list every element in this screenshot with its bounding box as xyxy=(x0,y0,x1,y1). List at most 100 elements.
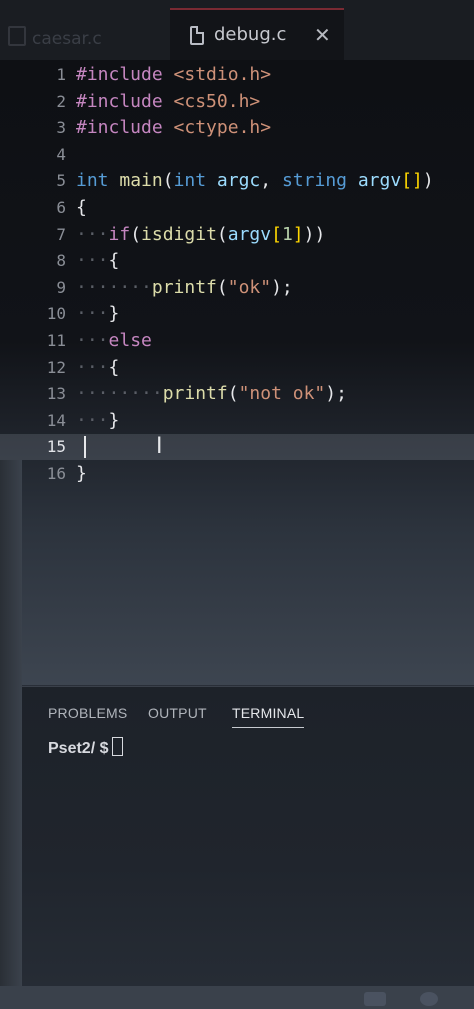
code-token: argc xyxy=(216,170,261,191)
code-token: ); xyxy=(271,277,293,298)
code-token: #include xyxy=(76,64,174,85)
code-token: ··· xyxy=(76,330,109,351)
ibeam-cursor-icon: I xyxy=(156,434,163,459)
code-text: int main(int argc, string argv[]) xyxy=(76,168,434,194)
code-token: ( xyxy=(216,224,228,245)
bottom-panel: PROBLEMS OUTPUT TERMINAL Pset2/ $ xyxy=(22,686,474,987)
terminal-cursor xyxy=(112,737,124,756)
code-token: [ xyxy=(271,224,282,245)
line-number: 2 xyxy=(56,92,66,111)
code-line[interactable]: 3 #include <ctype.h> xyxy=(0,115,474,141)
code-line[interactable]: 4 xyxy=(0,142,474,168)
code-token: ( xyxy=(216,277,228,298)
code-line[interactable]: 12 ···{ xyxy=(0,355,474,381)
code-text: ···} xyxy=(76,301,119,327)
code-token: string xyxy=(281,170,358,191)
file-icon xyxy=(8,26,26,46)
tab-caesar[interactable]: caesar.c xyxy=(8,24,168,54)
tab-output[interactable]: OUTPUT xyxy=(148,705,207,721)
line-number: 16 xyxy=(46,464,66,483)
tab-debug-label: debug.c xyxy=(214,24,287,45)
code-token: ··· xyxy=(76,224,109,245)
terminal-prompt: Pset2/ $ xyxy=(48,740,109,757)
code-token: <cs50.h> xyxy=(173,91,261,112)
code-token: { xyxy=(108,250,120,271)
taskbar-app-icon[interactable] xyxy=(364,992,386,1006)
code-token: } xyxy=(76,463,87,484)
code-token: ··· xyxy=(76,357,109,378)
code-token: printf xyxy=(162,383,228,404)
code-text: ···} xyxy=(76,408,119,434)
bottom-edge xyxy=(0,986,474,1009)
tab-problems[interactable]: PROBLEMS xyxy=(48,705,127,721)
code-token: ); xyxy=(325,383,347,404)
code-line[interactable]: 6{ xyxy=(0,195,474,221)
code-text: ···else xyxy=(76,328,152,354)
code-line[interactable]: 2 #include <cs50.h> xyxy=(0,89,474,115)
code-token: argv xyxy=(357,170,402,191)
code-token: if xyxy=(108,224,131,245)
code-line[interactable]: 14 ···} xyxy=(0,408,474,434)
code-line[interactable]: 10 ···} xyxy=(0,301,474,327)
code-text: ···{ xyxy=(76,248,119,274)
code-token: ( xyxy=(130,224,142,245)
tab-caesar-label: caesar.c xyxy=(32,29,102,49)
code-line[interactable]: 5 int main(int argc, string argv[]) xyxy=(0,168,474,194)
code-token: )) xyxy=(303,224,326,245)
line-number: 9 xyxy=(56,278,66,297)
terminal-prompt-line[interactable]: Pset2/ $ xyxy=(48,737,124,760)
line-number: 10 xyxy=(46,304,66,323)
code-token: } xyxy=(108,303,120,324)
line-number: 11 xyxy=(46,331,66,350)
code-line[interactable]: 7 ···if(isdigit(argv[1])) xyxy=(0,222,474,248)
code-token: main xyxy=(119,170,163,191)
code-line[interactable]: 8 ···{ xyxy=(0,248,474,274)
code-line[interactable]: 11 ···else xyxy=(0,328,474,354)
code-token: [] xyxy=(401,170,423,191)
code-token: "not ok" xyxy=(238,383,326,404)
code-line[interactable]: 13 ········printf("not ok"); xyxy=(0,381,474,407)
code-text: #include <cs50.h> xyxy=(76,89,260,115)
line-number: 4 xyxy=(56,145,66,164)
code-line[interactable]: 9 ·······printf("ok"); xyxy=(0,275,474,301)
code-token: ········ xyxy=(76,383,163,404)
line-number: 3 xyxy=(56,118,66,137)
code-token: ( xyxy=(227,383,239,404)
code-token: "ok" xyxy=(227,277,272,298)
tab-terminal[interactable]: TERMINAL xyxy=(232,705,305,728)
code-line[interactable]: 16} xyxy=(0,461,474,487)
code-token: ··· xyxy=(76,410,109,431)
code-token: , xyxy=(260,170,282,191)
code-token: isdigit xyxy=(141,224,217,245)
taskbar-app-icon[interactable] xyxy=(420,992,438,1006)
code-token: #include xyxy=(76,117,174,138)
code-token: printf xyxy=(151,277,217,298)
code-token: } xyxy=(108,410,120,431)
line-number: 13 xyxy=(46,384,66,403)
close-icon[interactable]: ✕ xyxy=(314,22,331,48)
code-token: ··· xyxy=(76,303,109,324)
code-token: #include xyxy=(76,91,174,112)
code-token: 1 xyxy=(281,224,293,245)
code-text: ···{ xyxy=(76,355,119,381)
code-token: <stdio.h> xyxy=(173,64,272,85)
screen: caesar.c debug.c ✕ 1 #include <stdio.h> 2 #… xyxy=(0,0,474,1009)
line-number: 7 xyxy=(56,225,66,244)
code-text: ········printf("not ok"); xyxy=(76,381,347,407)
code-line[interactable]: 1 #include <stdio.h> xyxy=(0,62,474,88)
line-number: 6 xyxy=(56,198,66,217)
line-number: 1 xyxy=(56,65,66,84)
editor-tab-bar: caesar.c debug.c ✕ xyxy=(0,0,474,61)
code-text: #include <ctype.h> xyxy=(76,115,271,141)
tab-debug[interactable]: debug.c ✕ xyxy=(170,8,344,60)
code-token: { xyxy=(108,357,120,378)
code-token: ( xyxy=(162,170,174,191)
line-number: 5 xyxy=(56,171,66,190)
code-text: } xyxy=(76,461,87,487)
code-text: ···if(isdigit(argv[1])) xyxy=(76,222,325,248)
code-editor[interactable]: 1 #include <stdio.h> 2 #include <cs50.h> 3 #i… xyxy=(0,60,474,685)
code-line[interactable]: 15 I xyxy=(0,434,474,460)
code-token: int xyxy=(76,170,120,191)
code-token: ] xyxy=(292,224,304,245)
file-icon xyxy=(190,26,204,45)
